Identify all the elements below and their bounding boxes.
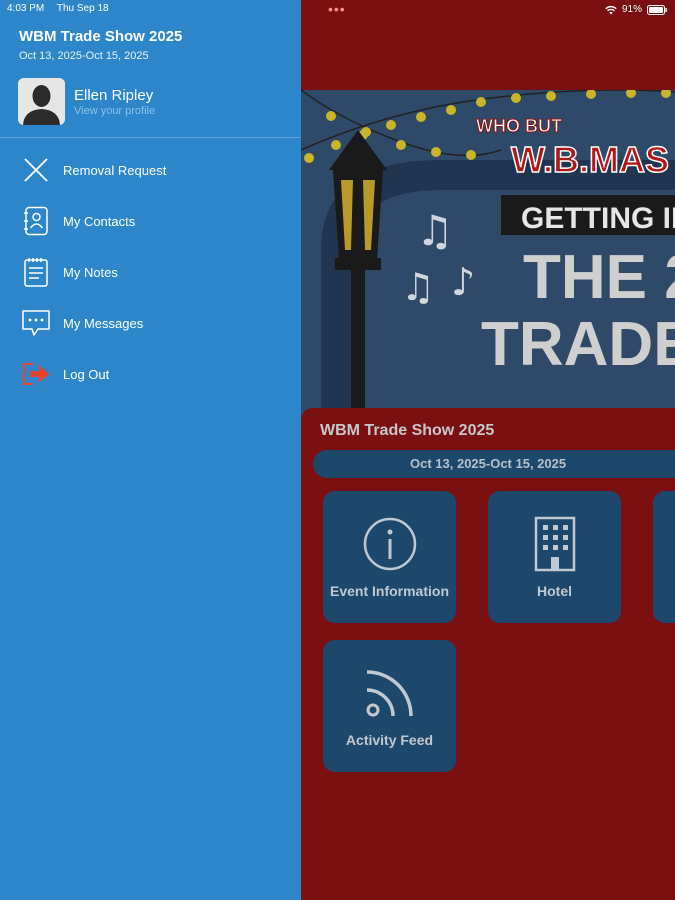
messages-icon [21,308,51,338]
tile-label: Activity Feed [345,732,434,748]
tile-hotel[interactable]: Hotel [488,491,621,623]
view-profile-link[interactable]: View your profile [74,105,155,117]
banner-brand-top: WHO BUT [476,116,562,136]
drawer-event-dates: Oct 13, 2025-Oct 15, 2025 [19,50,149,62]
banner-brand: W.B.MAS [511,139,669,180]
menu-item-label: Log Out [63,366,110,382]
wifi-icon [605,5,617,14]
battery-percent: 91% [621,4,642,15]
drawer-event-title: WBM Trade Show 2025 [19,28,183,45]
tile-activity-feed[interactable]: Activity Feed [323,640,456,772]
status-time-date: 4:03 PM Thu Sep 18 [7,3,119,14]
tile-partial-offscreen[interactable] [653,491,675,623]
event-banner-image: ♫ ♫ ♪ WHO BUT W.B.MAS GETTING IN T THE 2… [301,90,675,420]
tile-label: Event Information [329,583,449,599]
menu-item-my-notes[interactable]: My Notes [0,250,301,294]
menu-item-log-out[interactable]: Log Out [0,352,301,396]
menu-item-removal-request[interactable]: Removal Request [0,148,301,192]
status-icons: 91% [605,4,667,15]
profile-name[interactable]: Ellen Ripley [74,87,153,104]
contacts-icon [21,206,51,236]
menu-item-my-contacts[interactable]: My Contacts [0,199,301,243]
avatar[interactable] [18,78,65,125]
close-x-icon [21,155,51,185]
notes-icon [21,257,51,287]
info-icon [363,517,416,571]
battery-icon [647,4,667,15]
tile-event-information[interactable]: Event Information [323,491,456,623]
svg-text:♪: ♪ [451,260,475,304]
status-time: 4:03 PM [7,3,45,14]
event-title: WBM Trade Show 2025 [320,422,495,439]
side-drawer: 4:03 PM Thu Sep 18 WBM Trade Show 2025 O… [0,0,301,900]
svg-text:♫: ♫ [401,265,435,309]
logout-icon [21,359,51,389]
rss-feed-icon [366,670,413,717]
tile-label: Hotel [537,583,572,599]
person-silhouette-icon [18,78,65,125]
building-icon [534,516,575,572]
svg-text:♫: ♫ [416,206,454,255]
menu-item-label: My Contacts [63,213,136,229]
menu-item-label: Removal Request [63,162,167,178]
multitask-dots[interactable]: ••• [328,1,346,17]
menu-item-label: My Notes [63,264,118,280]
event-date-pill: Oct 13, 2025-Oct 15, 2025 [313,450,675,478]
menu-item-my-messages[interactable]: My Messages [0,301,301,345]
banner-line3: TRADE S [481,310,675,379]
banner-line2: THE 20 [523,243,675,312]
divider [0,137,301,138]
status-date: Thu Sep 18 [56,3,109,14]
menu-item-label: My Messages [63,315,144,331]
banner-line1: GETTING IN T [521,202,675,235]
